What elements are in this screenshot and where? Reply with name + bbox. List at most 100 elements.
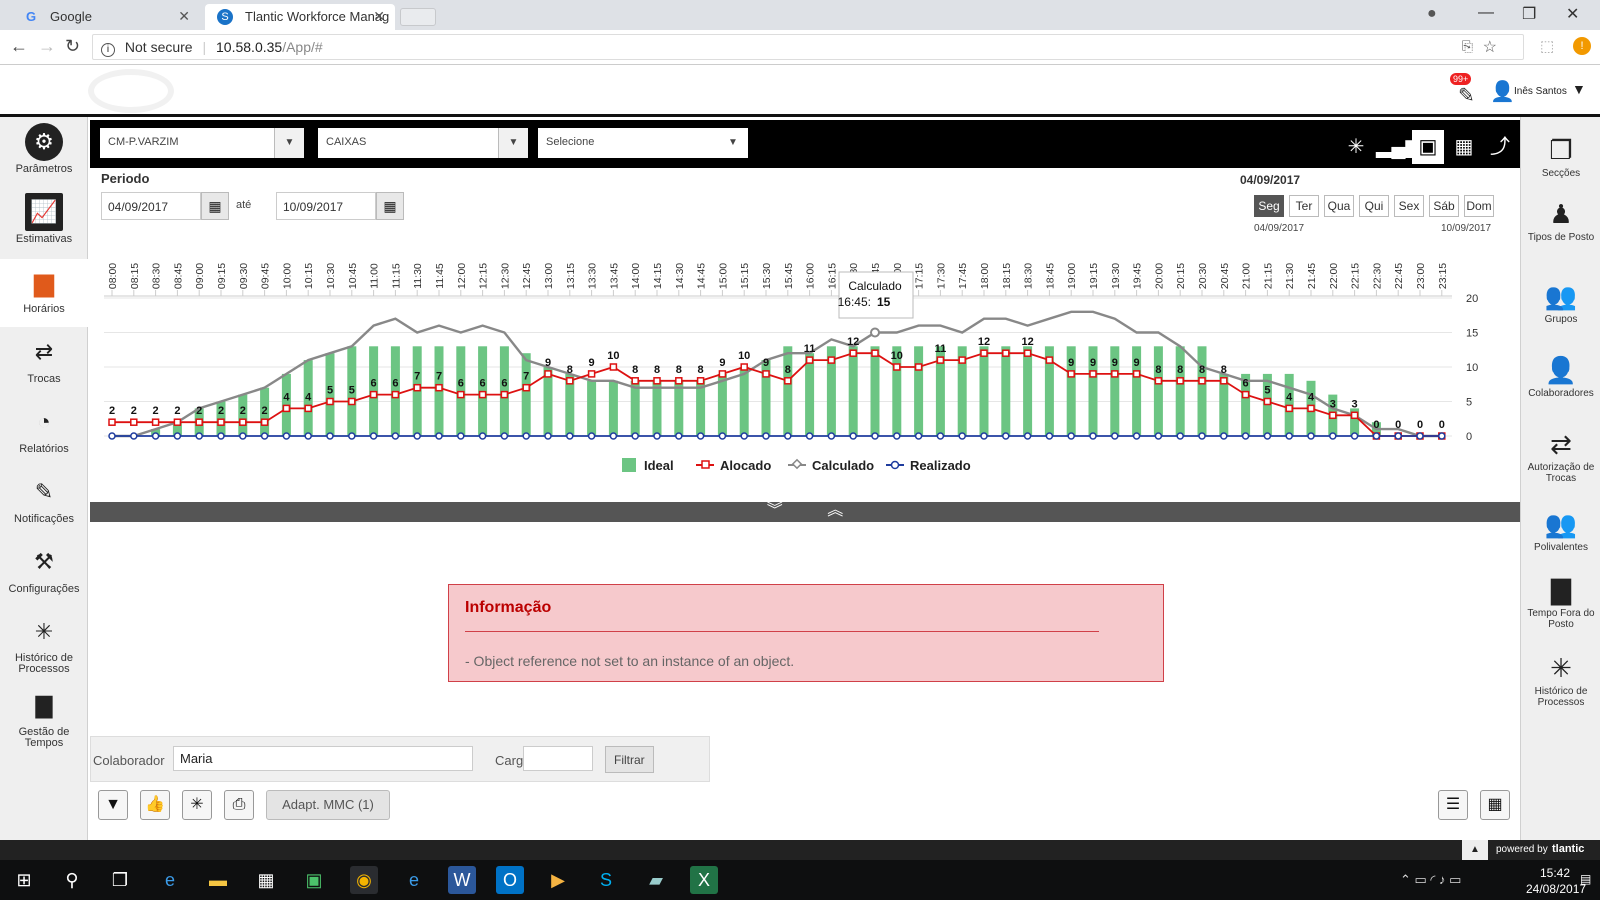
nav-notificacoes[interactable]: ✎ Notificações [0, 473, 88, 533]
reload-icon[interactable]: ↻ [65, 36, 80, 57]
chevron-down-icon[interactable]: ▼ [718, 128, 748, 158]
extension-icon[interactable]: ⬚ [1540, 37, 1554, 55]
nav-horarios[interactable]: ▆ Horários [0, 259, 88, 327]
collaborator-input[interactable]: Maria [173, 746, 473, 771]
period-label: Periodo [101, 171, 150, 186]
nav-colaboradores[interactable]: 👤 Colaboradores [1521, 355, 1600, 399]
nav-gestao-tempos[interactable]: ▇ Gestão de Tempos [0, 687, 88, 753]
nav-historico-processos-right[interactable]: ✳ Histórico de Processos [1521, 653, 1600, 708]
minimize-icon[interactable]: — [1478, 4, 1494, 22]
new-tab-button[interactable] [400, 8, 436, 26]
day-dom[interactable]: Dom [1464, 195, 1494, 217]
nav-tempo-fora-posto[interactable]: ▇ Tempo Fora do Posto [1521, 575, 1600, 630]
expand-up-icon[interactable]: ︽ [827, 502, 843, 519]
user-name[interactable]: Inês Santos [1514, 86, 1567, 97]
ie-icon[interactable]: e [400, 866, 428, 894]
process-history-icon: ✳ [1550, 653, 1572, 683]
notifications-icon[interactable]: ✎ [1458, 83, 1475, 108]
store-select[interactable]: CM-P.VARZIM ▼ [100, 128, 304, 158]
chart-view-icon[interactable]: ▣ [1412, 130, 1444, 164]
tab-workforce[interactable]: S Tlantic Workforce Manag ✕ [205, 4, 395, 30]
nav-relatorios[interactable]: ◔ Relatórios [0, 403, 88, 463]
close-window-icon[interactable]: ✕ [1566, 4, 1579, 24]
action-center-icon[interactable]: ▤ [1580, 872, 1591, 886]
search-icon[interactable]: ⚲ [58, 866, 86, 894]
day-qui[interactable]: Qui [1359, 195, 1389, 217]
calendar-delete-icon[interactable]: ▦ [1480, 790, 1510, 820]
generic-select[interactable]: Selecione ▼ [538, 128, 748, 158]
info-icon[interactable]: i [101, 43, 115, 57]
day-ter[interactable]: Ter [1289, 195, 1319, 217]
media-icon[interactable]: ▣ [300, 866, 328, 894]
nav-autorizacao-trocas[interactable]: ⇄ Autorização de Trocas [1521, 429, 1600, 484]
outlook-icon[interactable]: O [496, 866, 524, 894]
word-icon[interactable]: W [448, 866, 476, 894]
back-icon[interactable]: ← [10, 36, 28, 57]
edge-icon[interactable]: e [156, 866, 184, 894]
nav-tipos-posto[interactable]: ♟ Tipos de Posto [1521, 199, 1600, 243]
print-icon[interactable]: ⎙ [224, 790, 254, 820]
current-date: 04/09/2017 [1240, 173, 1301, 187]
export-icon[interactable]: ⤴ [1484, 130, 1516, 164]
nav-configuracoes[interactable]: ⚒ Configurações [0, 543, 88, 603]
adapt-mmc-button[interactable]: Adapt. MMC (1) [266, 790, 390, 820]
list-view-icon[interactable]: ☰ [1438, 790, 1468, 820]
process-view-icon[interactable]: ✳ [1340, 130, 1372, 164]
video-icon[interactable]: ▶ [544, 866, 572, 894]
calendar-icon[interactable]: ▦ [376, 192, 404, 220]
process-icon[interactable]: ✳ [182, 790, 212, 820]
close-icon[interactable]: ✕ [178, 8, 190, 25]
nav-seccoes[interactable]: ❐ Secções [1521, 135, 1600, 179]
nav-grupos[interactable]: 👥 Grupos [1521, 281, 1600, 325]
nav-polivalentes[interactable]: 👥 Polivalentes [1521, 509, 1600, 553]
notification-extension-icon[interactable]: ! [1573, 37, 1591, 55]
close-icon[interactable]: ✕ [373, 8, 385, 25]
security-label: Not secure [124, 39, 193, 55]
calendar-icon[interactable]: ▦ [201, 192, 229, 220]
chrome-icon[interactable]: ◉ [350, 866, 378, 894]
profile-icon[interactable]: ● [1427, 5, 1437, 23]
data-label: 6 [392, 378, 398, 390]
carga-input[interactable] [523, 746, 593, 771]
nav-trocas[interactable]: ⇄ Trocas [0, 333, 88, 393]
user-icon[interactable]: 👤 [1490, 79, 1515, 104]
x-tick-label: 12:45 [521, 263, 533, 289]
day-sab[interactable]: Sáb [1429, 195, 1459, 217]
nav-estimativas[interactable]: 📈 Estimativas [0, 193, 88, 253]
forward-icon[interactable]: → [38, 36, 56, 57]
day-qua[interactable]: Qua [1324, 195, 1354, 217]
day-seg[interactable]: Seg [1254, 195, 1284, 217]
day-sex[interactable]: Sex [1394, 195, 1424, 217]
skype-icon[interactable]: S [592, 866, 620, 894]
tab-google[interactable]: G Google ✕ [10, 4, 200, 30]
maximize-icon[interactable]: ❐ [1522, 4, 1536, 24]
start-icon[interactable]: ⊞ [10, 866, 38, 894]
thumbs-up-icon[interactable]: 👍 [140, 790, 170, 820]
chevron-down-icon[interactable]: ▼ [274, 128, 304, 158]
data-label: 7 [523, 371, 529, 383]
nav-parametros[interactable]: ⚙ Parâmetros [0, 123, 88, 183]
translate-icon[interactable]: ⎘ [1462, 38, 1473, 55]
filter-button[interactable]: Filtrar [605, 746, 654, 773]
chevron-down-icon[interactable]: ▼ [1572, 81, 1586, 97]
star-icon[interactable]: ☆ [1483, 37, 1497, 57]
realizado-point [566, 432, 574, 440]
x-tick-label: 17:15 [914, 263, 926, 289]
date-from-field[interactable]: 04/09/2017 [101, 192, 201, 220]
collapse-down-icon[interactable]: ︾ [767, 502, 783, 519]
store-icon[interactable]: ▦ [252, 866, 280, 894]
excel-icon[interactable]: X [690, 866, 718, 894]
notes-icon[interactable]: ▰ [642, 866, 670, 894]
file-explorer-icon[interactable]: ▬ [204, 866, 232, 894]
scroll-top-icon[interactable]: ▲ [1462, 840, 1488, 860]
section-select[interactable]: CAIXAS ▼ [318, 128, 528, 158]
signal-bars-icon[interactable]: ▂▄▆ [1376, 130, 1421, 164]
task-view-icon[interactable]: ❐ [106, 866, 134, 894]
chevron-down-icon[interactable]: ▼ [498, 128, 528, 158]
nav-historico-processos[interactable]: ✳ Histórico de Processos [0, 613, 88, 679]
system-tray-icons[interactable]: ⌃ ▭ ◜ ♪ ▭ [1400, 872, 1461, 888]
url-field[interactable]: i Not secure | 10.58.0.35/App/# ⎘ ☆ [92, 34, 1524, 60]
date-to-field[interactable]: 10/09/2017 [276, 192, 376, 220]
calendar-view-icon[interactable]: ▦ [1448, 130, 1480, 164]
funnel-icon[interactable]: ▼ [98, 790, 128, 820]
